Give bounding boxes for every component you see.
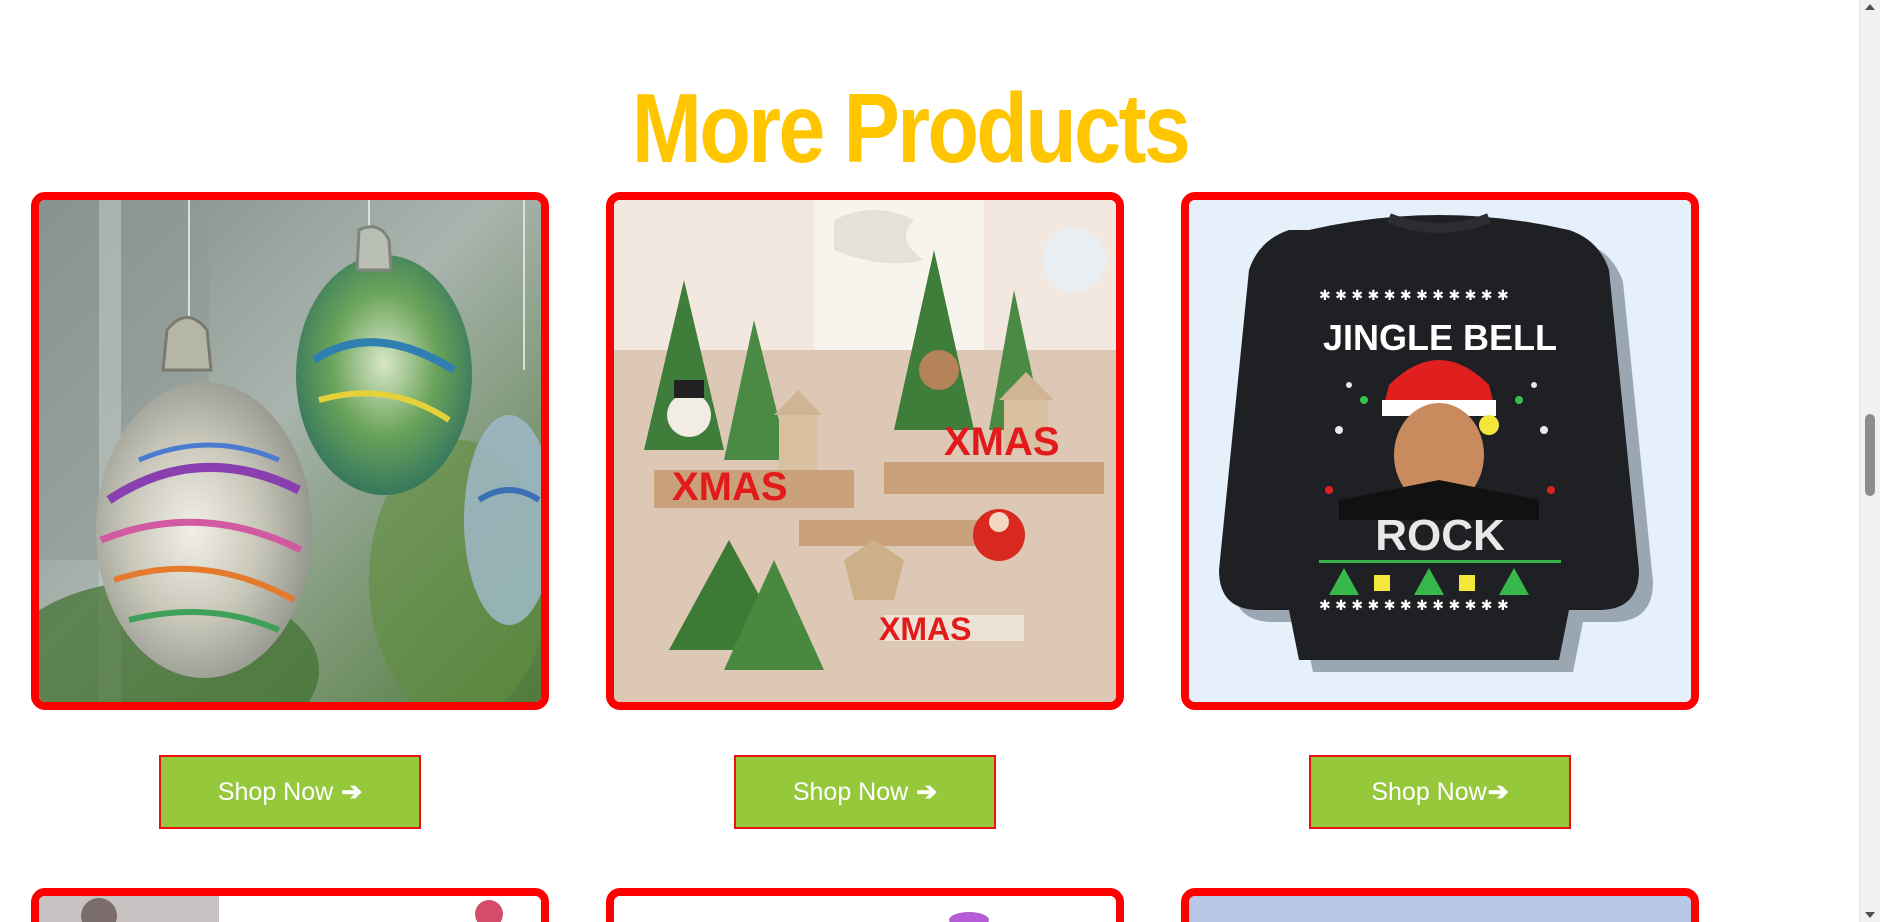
product-image-next-1 <box>39 896 541 922</box>
product-image-next-3 <box>1189 896 1691 922</box>
product-card-ugly-christmas-sweater[interactable]: ✱ ✱ ✱ ✱ ✱ ✱ ✱ ✱ ✱ ✱ ✱ ✱ ✱ ✱ ✱ ✱ ✱ ✱ ✱ ✱ … <box>1181 192 1699 710</box>
vertical-scrollbar[interactable] <box>1859 0 1880 922</box>
decor-sign-right: XMAS <box>944 420 1060 464</box>
shop-now-label: Shop Now <box>217 777 334 806</box>
arrow-right-icon: ➔ <box>916 778 938 806</box>
shop-now-button-1[interactable]: Shop Now ➔ <box>159 755 421 829</box>
product-card-next-row-2[interactable] <box>606 888 1124 922</box>
shop-now-button-2[interactable]: Shop Now ➔ <box>734 755 996 829</box>
product-card-wooden-xmas-decor[interactable]: XMAS XMAS XMAS <box>606 192 1124 710</box>
page: More Products XMAS XMAS XMAS ✱ ✱ ✱ ✱ ✱ ✱… <box>0 0 1880 922</box>
decor-sign-bottom: XMAS <box>879 611 971 647</box>
scroll-down-arrow-icon[interactable] <box>1865 912 1875 918</box>
section-title: More Products <box>631 72 1191 183</box>
sweater-text-line2: ROCK <box>1375 511 1505 560</box>
arrow-right-icon: ➔ <box>1487 778 1509 806</box>
scrollbar-thumb[interactable] <box>1865 414 1875 496</box>
product-image-glass-ornaments[interactable] <box>39 200 541 702</box>
arrow-right-icon: ➔ <box>341 778 363 806</box>
product-image-ugly-christmas-sweater[interactable]: ✱ ✱ ✱ ✱ ✱ ✱ ✱ ✱ ✱ ✱ ✱ ✱ ✱ ✱ ✱ ✱ ✱ ✱ ✱ ✱ … <box>1189 200 1691 702</box>
scroll-up-arrow-icon[interactable] <box>1865 4 1875 10</box>
product-card-glass-ornaments[interactable] <box>31 192 549 710</box>
svg-text:✱ ✱ ✱ ✱ ✱ ✱ ✱ ✱ ✱ ✱ ✱ ✱: ✱ ✱ ✱ ✱ ✱ ✱ ✱ ✱ ✱ ✱ ✱ ✱ <box>1319 288 1509 304</box>
svg-text:✱ ✱ ✱ ✱ ✱ ✱ ✱ ✱ ✱ ✱ ✱ ✱: ✱ ✱ ✱ ✱ ✱ ✱ ✱ ✱ ✱ ✱ ✱ ✱ <box>1319 598 1509 614</box>
shop-now-label: Shop Now <box>1371 777 1487 806</box>
shop-now-label: Shop Now <box>792 777 909 806</box>
sweater-text-line1: JINGLE BELL <box>1323 317 1557 358</box>
shop-now-button-3[interactable]: Shop Now ➔ <box>1309 755 1571 829</box>
product-card-next-row-3[interactable] <box>1181 888 1699 922</box>
product-image-next-2 <box>614 896 1116 922</box>
decor-sign-left: XMAS <box>672 465 788 509</box>
product-image-wooden-xmas-decor[interactable]: XMAS XMAS XMAS <box>614 200 1116 702</box>
product-card-next-row-1[interactable] <box>31 888 549 922</box>
